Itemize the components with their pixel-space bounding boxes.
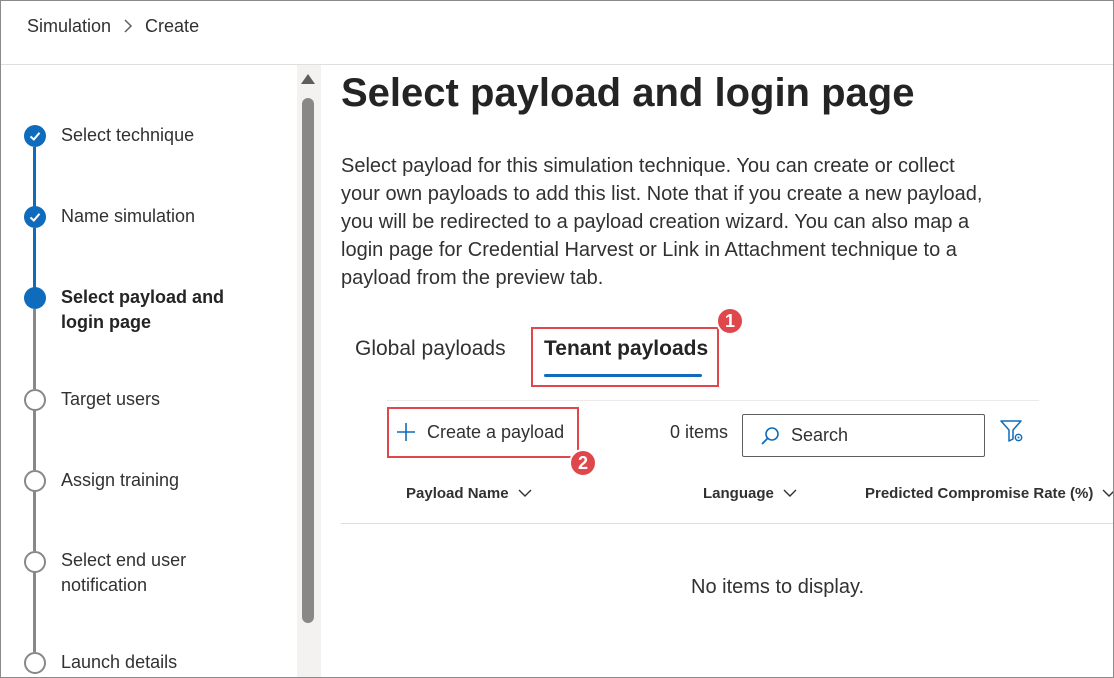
toolbar-divider (387, 400, 1039, 401)
filter-settings-button[interactable] (998, 417, 1026, 445)
chevron-right-icon (123, 19, 133, 33)
breadcrumb: Simulation Create (27, 14, 199, 38)
column-header-compromise-rate[interactable]: Predicted Compromise Rate (%) (865, 485, 1113, 502)
column-header-language[interactable]: Language (703, 485, 797, 502)
tab-global-payloads[interactable]: Global payloads (355, 337, 506, 361)
step-4-indicator (24, 389, 46, 411)
step-connector (33, 572, 36, 652)
step-select-technique[interactable]: Select technique (61, 123, 251, 148)
page-description: Select payload for this simulation techn… (341, 155, 983, 289)
empty-table-message: No items to display. (691, 576, 865, 598)
annotation-highlight-tenant-tab (531, 327, 719, 387)
chevron-down-icon (518, 489, 532, 497)
step-1-complete-indicator (24, 125, 46, 147)
annotation-badge-2: 2 (569, 449, 597, 477)
chevron-down-icon (783, 489, 797, 497)
step-connector (33, 410, 36, 470)
app-frame: Simulation Create Select technique Name … (0, 0, 1114, 678)
step-connector (33, 147, 36, 207)
check-icon (29, 213, 41, 222)
breadcrumb-create: Create (145, 15, 200, 36)
step-7-indicator (24, 652, 46, 674)
column-header-label: Language (703, 485, 774, 502)
page-title: Select payload and login page (341, 71, 915, 115)
search-icon (761, 426, 779, 445)
column-header-label: Payload Name (406, 485, 509, 502)
annotation-highlight-create-button (387, 407, 579, 458)
step-2-complete-indicator (24, 206, 46, 228)
step-6-indicator (24, 551, 46, 573)
check-icon (29, 132, 41, 141)
search-placeholder: Search (791, 425, 849, 445)
annotation-badge-1: 1 (716, 307, 744, 335)
filter-settings-icon (1000, 420, 1023, 442)
scrollbar-thumb[interactable] (302, 98, 314, 623)
step-launch-details[interactable]: Launch details (61, 650, 251, 675)
step-assign-training[interactable]: Assign training (61, 468, 251, 493)
step-connector (33, 491, 36, 551)
breadcrumb-simulation[interactable]: Simulation (27, 16, 111, 37)
column-header-label: Predicted Compromise Rate (%) (865, 485, 1094, 502)
table-header-divider (341, 523, 1113, 524)
chevron-down-icon (1102, 489, 1113, 497)
step-5-indicator (24, 470, 46, 492)
step-end-user-notification[interactable]: Select end user notification (61, 548, 221, 598)
step-name-simulation[interactable]: Name simulation (61, 204, 251, 229)
step-connector (33, 228, 36, 288)
search-input[interactable]: Search (742, 414, 985, 457)
step-target-users[interactable]: Target users (61, 387, 251, 412)
step-select-payload[interactable]: Select payload and login page (61, 285, 251, 335)
column-header-payload-name[interactable]: Payload Name (406, 485, 532, 502)
items-count: 0 items (670, 422, 729, 442)
step-3-current-indicator (24, 287, 46, 309)
scroll-up-arrow-icon[interactable] (301, 74, 315, 84)
step-connector (33, 309, 36, 389)
